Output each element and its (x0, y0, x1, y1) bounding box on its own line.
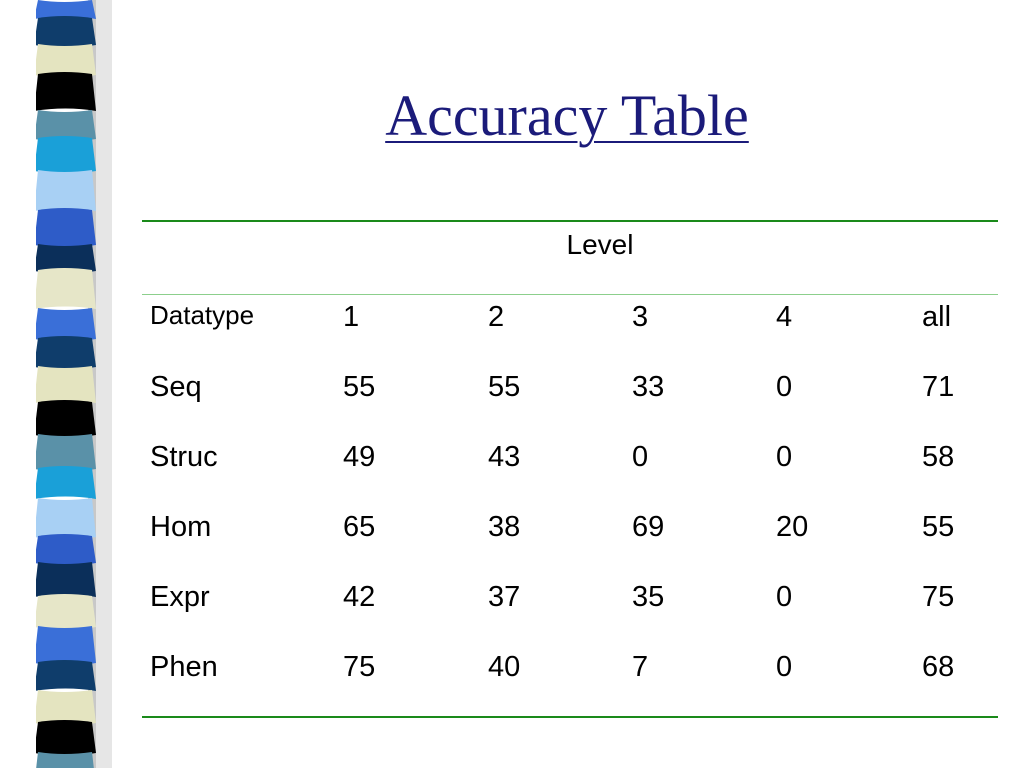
column-header-level-2: 2 (488, 301, 505, 333)
stripe-band (34, 534, 96, 566)
table-cell: 69 (632, 511, 665, 543)
table-cell: 65 (343, 511, 376, 543)
table-cell: 75 (922, 581, 955, 613)
table-cell: 42 (343, 581, 376, 613)
stripe-band (34, 170, 96, 211)
table-cell: 38 (488, 511, 521, 543)
table-cell: 7 (632, 651, 649, 683)
table-cell: 0 (632, 441, 649, 473)
stripe-band (34, 660, 96, 691)
table-cell: 55 (488, 371, 521, 403)
row-label: Seq (150, 371, 202, 403)
table-bottom-rule (142, 716, 998, 718)
stripe-band (34, 16, 96, 48)
table-header-rule (142, 294, 998, 295)
table-cell: 0 (776, 371, 793, 403)
stripe-band (34, 720, 96, 756)
column-header-level-1: 1 (343, 301, 360, 333)
table-cell: 0 (776, 651, 793, 683)
row-label: Phen (150, 651, 218, 683)
table-cell: 71 (922, 371, 955, 403)
column-header-datatype: Datatype (150, 300, 255, 330)
table-cell: 55 (343, 371, 376, 403)
column-header-level-4: 4 (776, 301, 793, 333)
stripe-band (34, 400, 96, 438)
row-label: Hom (150, 511, 212, 543)
table-cell: 55 (922, 511, 955, 543)
table-cell: 75 (343, 651, 376, 683)
slide-title: Accuracy Table (385, 83, 749, 148)
column-header-level-all: all (922, 301, 952, 333)
table-cell: 35 (632, 581, 665, 613)
stripe-band (34, 208, 96, 248)
stripe-band (34, 626, 96, 666)
stripe-band (34, 434, 96, 472)
table-cell: 37 (488, 581, 521, 613)
stripe-band (34, 268, 96, 309)
stripe-band (34, 336, 96, 370)
table-cell: 0 (776, 581, 793, 613)
table-cell: 68 (922, 651, 955, 683)
table-cell: 20 (776, 511, 809, 543)
stripe-band (36, 752, 94, 768)
stripe-band (34, 366, 96, 403)
stripe-band (34, 466, 96, 499)
table-cell: 33 (632, 371, 665, 403)
table-top-rule (142, 220, 998, 222)
stripe-band (34, 498, 96, 540)
table-group-header: Level (566, 229, 634, 260)
table-cell: 40 (488, 651, 521, 683)
stripe-band (34, 594, 96, 630)
column-header-level-3: 3 (632, 301, 649, 333)
table-cell: 49 (343, 441, 376, 473)
row-label: Struc (150, 441, 218, 473)
stripe-band (34, 562, 96, 597)
row-label: Expr (150, 581, 210, 613)
table-cell: 43 (488, 441, 521, 473)
table-cell: 58 (922, 441, 955, 473)
table-cell: 0 (776, 441, 793, 473)
